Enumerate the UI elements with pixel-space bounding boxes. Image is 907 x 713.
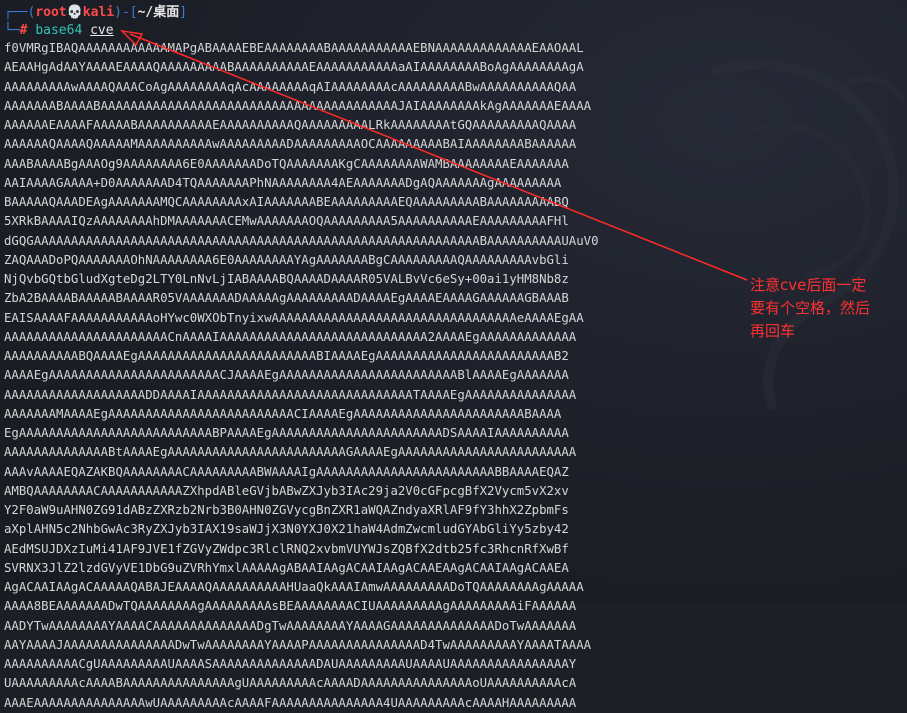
output-line: AAAAEgAAAAAAAAAAAAAAAAAAAAAAACJAAAAEgAAA… (4, 368, 569, 383)
prompt-hash: # (19, 23, 28, 38)
annotation-note: 注意cve后面一定 要有个空格，然后 再回车 (750, 274, 900, 343)
output-line: AAAAAAAAAAAAAAAAAAAAAACnAAAAIAAAAAAAAAAA… (4, 329, 577, 344)
kali-dragon-watermark-icon (712, 59, 905, 410)
output-line: ZAQAAADoPQAAAAAAAOhNAAAAAAAA6E0AAAAAAAAY… (4, 252, 569, 267)
output-line: AAAAAAAAAAAAAAAAAAADDAAAAIAAAAAAAAAAAAAA… (4, 387, 577, 402)
output-line: AEAAHgAdAAYAAAAEAAAAQAAAAAAAAABAAAAAAAAA… (4, 60, 584, 75)
command-argument: cve (90, 23, 114, 38)
output-line: AAYAAAAJAAAAAAAAAAAAAAADwTwAAAAAAAAYAAAA… (4, 637, 592, 652)
output-line: 5XRkBAAAAIQzAAAAAAAAhDMAAAAAAACEMwAAAAAA… (4, 214, 569, 229)
terminal-window[interactable]: ┌──(root💀kali)-[~/桌面] └─# base64 cve f0V… (0, 0, 907, 710)
output-line: AAAA8BEAAAAAAADwTQAAAAAAAAgAAAAAAAAAsBEA… (4, 599, 577, 614)
output-line: AAAAAAAAAAAAAABtAAAAEgAAAAAAAAAAAAAAAAAA… (4, 445, 577, 460)
annotation-line: 要有个空格，然后 (750, 299, 871, 317)
output-line: AADYTwAAAAAAAAYAAAACAAAAAAAAAAAAAADgTwAA… (4, 618, 577, 633)
output-line: ZbA2BAAAABAAAAABAAAAR05VAAAAAAADAAAAAgAA… (4, 291, 569, 306)
output-line: f0VMRgIBAQAAAAAAAAAAAAMAPgABAAAAEBEAAAAA… (4, 41, 584, 55)
output-line: UAAAAAAAAAcAAAABAAAAAAAAAAAAAAAgUAAAAAAA… (4, 676, 577, 691)
annotation-line: 注意cve后面一定 (750, 276, 867, 294)
prompt-separator: )-[ (114, 5, 138, 20)
output-line: SVRNX3JlZ2lzdGVyVE1DbG9uZVRhYmxlAAAAAgAB… (4, 560, 569, 575)
output-line: aXplAHN5c2NhbGwAc3RyZXJyb3IAX19saWJjX3N0… (4, 522, 569, 537)
output-line: AAAAAAQAAAAQAAAAAMAAAAAAAAAAwAAAAAAAAADA… (4, 137, 577, 152)
output-line: AgACAAIAAgACAAAAAQABAJEAAAAQAAAAAAAAAAHU… (4, 580, 584, 594)
output-line: AAAvAAAAEQAZAKBQAAAAAAAACAAAAAAAAABWAAAA… (4, 464, 569, 479)
annotation-line: 再回车 (750, 322, 796, 340)
output-line: BAAAAAQAAADEAgAAAAAAAMQCAAAAAAAAxAIAAAAA… (4, 195, 569, 209)
prompt-header: ┌──(root💀kali)-[~/桌面] (4, 4, 187, 22)
prompt-bracket-close: ] (179, 5, 188, 20)
prompt-corner-top: ┌──( (4, 5, 36, 20)
output-line: AAAAAAAAAwAAAAQAAACoAgAAAAAAAAqAcAAAAAAA… (4, 79, 577, 94)
output-line: AAAAAAEAAAAFAAAAABAAAAAAAAAAEAAAAAAAAAAQ… (4, 118, 577, 132)
base64-output: f0VMRgIBAQAAAAAAAAAAAAMAPgABAAAAEBEAAAAA… (4, 39, 624, 713)
output-line: AEdMSUJDXzIuMi41AF9JVE1fZGVyZWdpc3RlclRN… (4, 541, 569, 556)
prompt-cwd: ~/桌面 (137, 5, 180, 20)
output-line: Y2F0aW9uAHN0ZG91dABzZXRzb2Nrb3B0AHN0ZGVy… (4, 503, 569, 517)
output-line: AAAAAAAAAACgUAAAAAAAAAUAAAASAAAAAAAAAAAA… (4, 657, 577, 671)
output-line: AMBQAAAAAAAACAAAAAAAAAAAZXhpdABleGVjbABw… (4, 483, 569, 498)
output-line: EAISAAAAFAAAAAAAAAAAoHYwc0WXObTnyixwAAAA… (4, 310, 584, 325)
output-line: dGQGAAAAAAAAAAAAAAAAAAAAAAAAAAAAAAAAAAAA… (4, 233, 599, 248)
prompt-corner-bottom: └─ (4, 23, 20, 38)
output-line: AAAAAAAAAABQAAAAEgAAAAAAAAAAAAAAAAAAAAAA… (4, 349, 569, 363)
prompt-user-host: root💀kali (35, 5, 115, 20)
output-line: AAAAAAABAAAABAAAAAAAAAAAAAAAAAAAAAAAAAAA… (4, 98, 592, 113)
command-name: base64 (35, 23, 83, 38)
output-line: NjQvbGQtbGludXgteDg2LTY0LnNvLjIABAAAABQA… (4, 272, 569, 286)
output-line: AAAEAAAAAAAAAAAAAAAwUAAAAAAAAAcAAAAFAAAA… (4, 695, 577, 710)
output-line: EgAAAAAAAAAAAAAAAAAAAAAAAAAABPAAAAEgAAAA… (4, 426, 569, 440)
output-line: AAAAAAAMAAAAEgAAAAAAAAAAAAAAAAAAAAAAAAAC… (4, 406, 562, 421)
output-line: AAABAAAABgAAAOg9AAAAAAAA6E0AAAAAAADoTQAA… (4, 156, 569, 171)
output-line: AAIAAAAGAAAA+D0AAAAAAAD4TQAAAAAAAPhNAAAA… (4, 175, 562, 190)
prompt-command-line[interactable]: └─# base64 cve (4, 22, 114, 40)
